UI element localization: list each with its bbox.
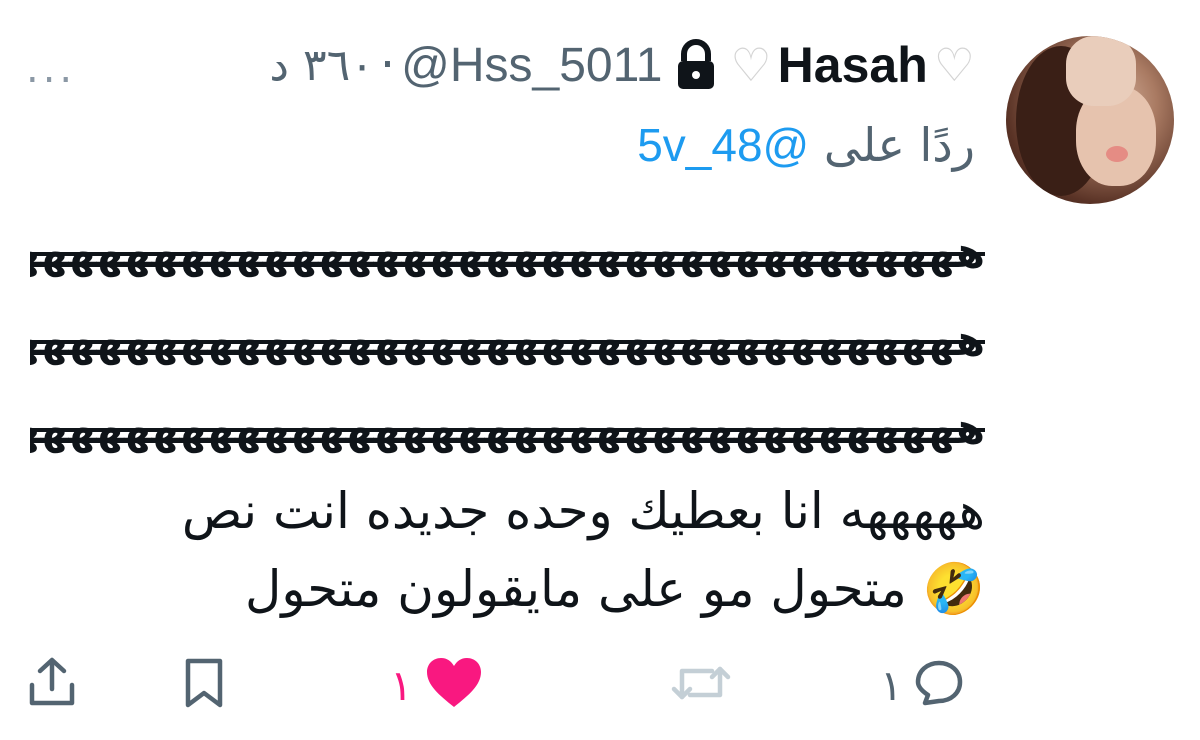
avatar[interactable] xyxy=(1006,36,1174,204)
tweet-text-line-2-row: متحول مو على مايقولون متحول 🤣 xyxy=(245,550,985,628)
bookmark-icon xyxy=(180,655,228,715)
strikethrough-line-2: هههههههههههههههههههههههههههههههههههههههه xyxy=(30,316,985,365)
reply-count: ١ xyxy=(880,660,903,710)
reply-prefix: ردًا على xyxy=(823,118,975,172)
tweet-text-line-2: متحول مو على مايقولون متحول xyxy=(245,560,907,618)
white-heart-icon: ♡ xyxy=(933,38,975,92)
bookmark-button[interactable] xyxy=(180,650,228,720)
reply-mention-link[interactable]: @5v_48 xyxy=(637,119,809,171)
tweet-header: ♡ Hasah ♡ @Hss_5011 · ٣٦٠ د xyxy=(269,30,975,100)
heart-filled-icon xyxy=(423,655,485,715)
separator-dot: · xyxy=(379,37,396,93)
share-icon xyxy=(26,655,78,715)
tweet-text-line-1: هههههه انا بعطيك وحده جديده انت نص xyxy=(181,482,985,540)
lock-icon xyxy=(674,39,718,91)
retweet-icon xyxy=(668,657,734,713)
retweet-button[interactable] xyxy=(668,650,744,720)
reply-context: ردًا على @5v_48 xyxy=(637,118,975,172)
reply-button[interactable]: ١ xyxy=(880,650,965,720)
strikethrough-line-1: هههههههههههههههههههههههههههههههههههههه xyxy=(30,228,985,277)
display-name[interactable]: Hasah xyxy=(778,36,928,94)
rofl-emoji-icon: 🤣 xyxy=(922,560,985,618)
share-button[interactable] xyxy=(26,650,78,720)
strikethrough-line-3: هههههههههههههههههههههههههههههههههههههههه xyxy=(30,404,985,453)
like-count: ١ xyxy=(390,660,413,710)
user-handle[interactable]: @Hss_5011 xyxy=(401,38,662,93)
tweet[interactable]: ... ♡ Hasah ♡ @Hss_5011 · ٣٦٠ د ردًا على… xyxy=(0,0,1200,740)
avatar-hand xyxy=(1066,36,1136,106)
timestamp[interactable]: ٣٦٠ د xyxy=(269,40,374,91)
avatar-cheek xyxy=(1106,146,1128,162)
white-heart-icon: ♡ xyxy=(730,38,772,92)
like-button[interactable]: ١ xyxy=(390,650,485,720)
more-options-button[interactable]: ... xyxy=(26,46,76,92)
comment-icon xyxy=(913,657,965,713)
action-bar: ١ ١ xyxy=(0,650,1200,720)
